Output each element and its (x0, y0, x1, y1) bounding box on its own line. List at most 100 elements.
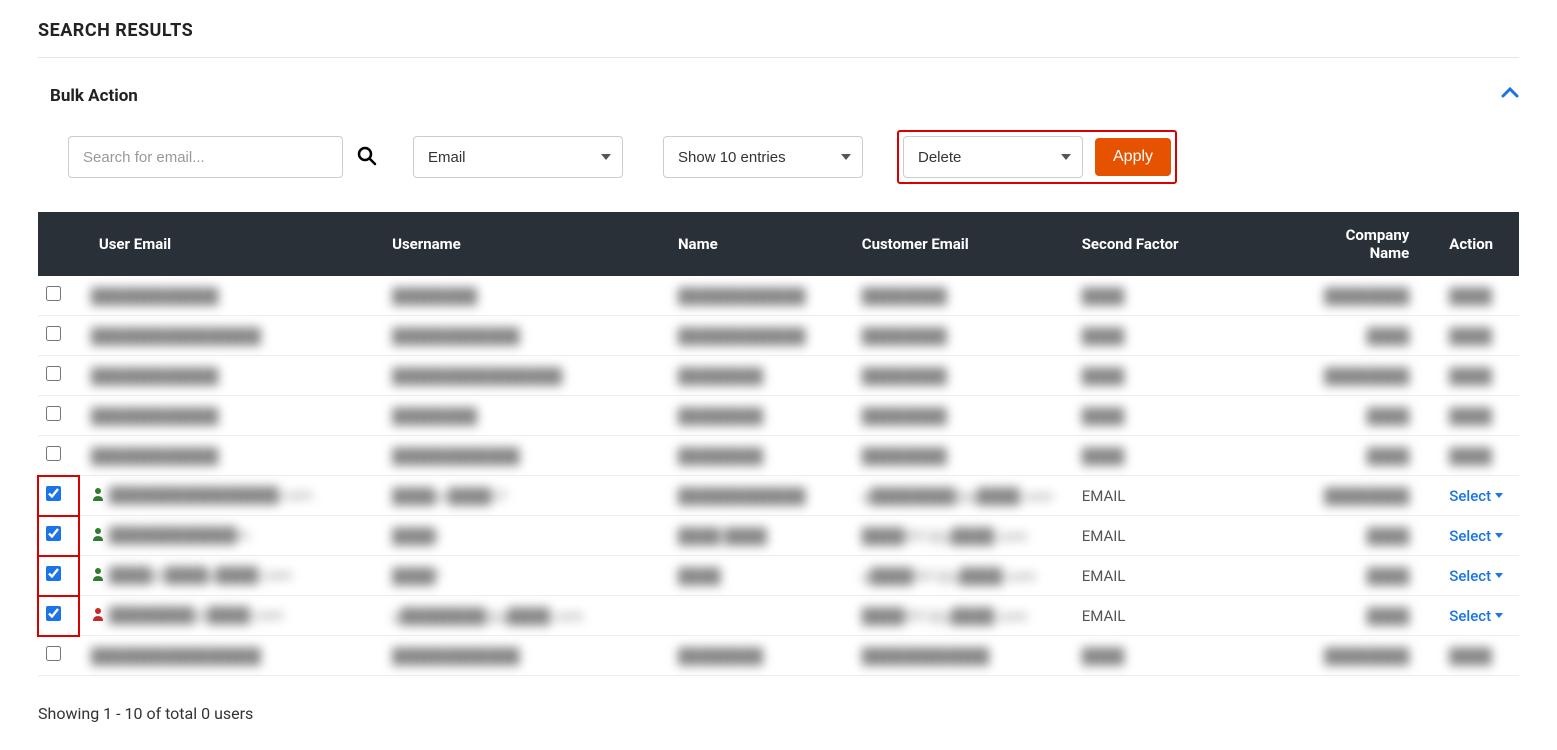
cell-username: ████████████ (380, 636, 666, 676)
cell-action: ████ (1437, 356, 1519, 396)
person-icon (91, 487, 105, 501)
cell-company: ████ (1294, 556, 1437, 596)
cell-customer-email: ████████ (850, 396, 1070, 436)
table-row: ████████████████████████████████████████… (38, 396, 1519, 436)
cell-company: ████ (1294, 316, 1437, 356)
cell-customer-email: ████████ (850, 436, 1070, 476)
cell-second-factor: ████ (1070, 356, 1295, 396)
cell-username: ████████ (380, 396, 666, 436)
row-checkbox[interactable] (46, 366, 61, 381)
table-row: ████████████████████████████████████████… (38, 276, 1519, 316)
select-action-link[interactable]: Select (1449, 607, 1503, 625)
select-action-link[interactable]: Select (1449, 527, 1503, 545)
cell-username: ████t (380, 516, 666, 556)
cell-second-factor: EMAIL (1070, 476, 1295, 516)
cell-company: ████ (1294, 396, 1437, 436)
cell-user-email: ████████████ (79, 276, 380, 316)
cell-name: ████████ (666, 436, 850, 476)
filter-select[interactable]: Email (413, 136, 623, 178)
cell-second-factor: ████ (1070, 396, 1295, 436)
cell-user-email: ████████████ (79, 436, 380, 476)
cell-user-email: ████████@████.com (79, 596, 380, 636)
search-icon (357, 146, 377, 166)
cell-customer-email: g████████@g████.com (850, 476, 1070, 516)
cell-customer-email: ████████ (850, 316, 1070, 356)
col-name: Name (666, 212, 850, 276)
cell-customer-email: ████001@g████.com (850, 596, 1070, 636)
cell-company: ████ (1294, 436, 1437, 476)
table-row: ████@████p████.com████f████g████001@g███… (38, 556, 1519, 596)
col-second-factor: Second Factor (1070, 212, 1295, 276)
cell-company: ████████ (1294, 476, 1437, 516)
action-apply-highlight: Delete Apply (897, 130, 1177, 184)
table-row: ████████████████████████████████████████… (38, 356, 1519, 396)
cell-second-factor: ████ (1070, 436, 1295, 476)
cell-name: ████████ (666, 356, 850, 396)
cell-second-factor: ████ (1070, 636, 1295, 676)
cell-action: ████ (1437, 276, 1519, 316)
person-icon (91, 527, 105, 541)
person-icon (91, 567, 105, 581)
cell-user-email: ████████████m (79, 516, 380, 556)
cell-customer-email: ████001@g████.com (850, 516, 1070, 556)
row-checkbox[interactable] (46, 606, 61, 621)
caret-down-icon (1495, 613, 1503, 618)
cell-username: g████████@g████.com (380, 596, 666, 636)
bulk-action-select[interactable]: Delete (903, 136, 1083, 178)
page-heading: SEARCH RESULTS (38, 20, 1519, 41)
cell-company: ████ (1294, 596, 1437, 636)
col-customer-email: Customer Email (850, 212, 1070, 276)
cell-user-email: ████████████████ (79, 316, 380, 356)
cell-name: ████████████ (666, 316, 850, 356)
cell-customer-email: g████001@g████.com (850, 556, 1070, 596)
cell-second-factor: EMAIL (1070, 596, 1295, 636)
caret-down-icon (1495, 573, 1503, 578)
cell-second-factor: ████ (1070, 316, 1295, 356)
cell-action: Select (1437, 596, 1519, 636)
table-row: ████████████████████████████████████████… (38, 316, 1519, 356)
cell-name: ████████████ (666, 276, 850, 316)
select-action-link[interactable]: Select (1449, 487, 1503, 505)
cell-name (666, 596, 850, 636)
row-checkbox[interactable] (46, 406, 61, 421)
cell-name: ████████ (666, 396, 850, 436)
collapse-toggle[interactable] (1501, 86, 1519, 102)
entries-select[interactable]: Show 10 entries (663, 136, 863, 178)
cell-user-email: ████@████p████.com (79, 556, 380, 596)
row-checkbox[interactable] (46, 566, 61, 581)
cell-name: ████ (666, 556, 850, 596)
row-checkbox[interactable] (46, 326, 61, 341)
cell-action: ████ (1437, 636, 1519, 676)
search-button[interactable] (357, 146, 377, 169)
cell-user-email: ████████████████ (79, 636, 380, 676)
cell-username: ████████ (380, 276, 666, 316)
apply-button[interactable]: Apply (1095, 138, 1171, 176)
row-checkbox[interactable] (46, 446, 61, 461)
cell-second-factor: ████ (1070, 276, 1295, 316)
cell-action: ████ (1437, 316, 1519, 356)
search-input[interactable] (68, 136, 343, 178)
table-row: ████████████████████████████████████████… (38, 436, 1519, 476)
select-action-link[interactable]: Select (1449, 567, 1503, 585)
caret-down-icon (1495, 493, 1503, 498)
cell-action: Select (1437, 516, 1519, 556)
cell-customer-email: ████████ (850, 356, 1070, 396)
pagination-summary: Showing 1 - 10 of total 0 users (38, 704, 1519, 723)
cell-name: ████████████ (666, 476, 850, 516)
cell-action: ████ (1437, 396, 1519, 436)
cell-company: ████████ (1294, 276, 1437, 316)
row-checkbox[interactable] (46, 526, 61, 541)
chevron-up-icon (1501, 86, 1519, 98)
row-checkbox[interactable] (46, 646, 61, 661)
cell-second-factor: EMAIL (1070, 556, 1295, 596)
row-checkbox[interactable] (46, 486, 61, 501)
table-row: ████████████████████████████████████████… (38, 636, 1519, 676)
col-checkbox (38, 212, 79, 276)
cell-user-email: ████████████████.com (79, 476, 380, 516)
cell-user-email: ████████████ (79, 356, 380, 396)
cell-name: ████ ████ (666, 516, 850, 556)
caret-down-icon (1495, 533, 1503, 538)
row-checkbox[interactable] (46, 286, 61, 301)
cell-customer-email: ████████████ (850, 636, 1070, 676)
cell-user-email: ████████████ (79, 396, 380, 436)
